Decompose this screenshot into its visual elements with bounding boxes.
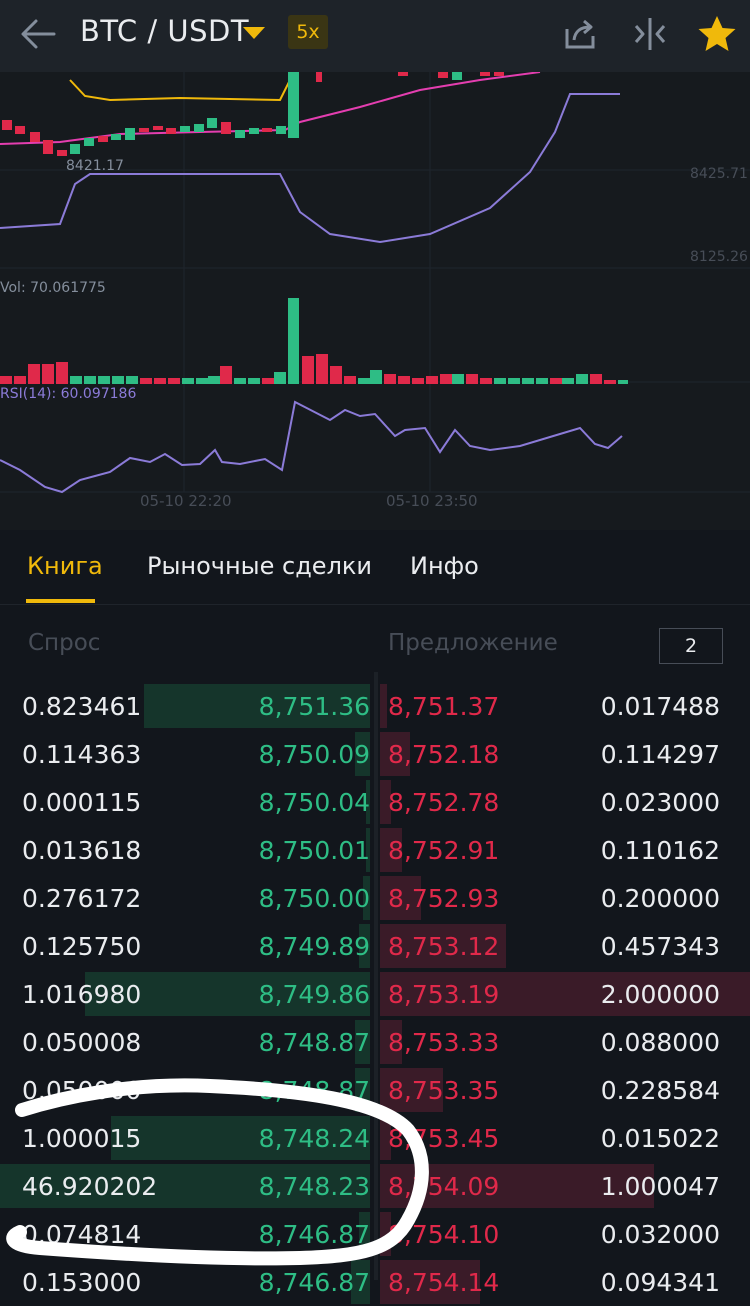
bid-price: 8,750.04 (258, 788, 370, 817)
ask-quantity: 0.110162 (600, 836, 720, 865)
ask-price: 8,754.10 (388, 1220, 500, 1249)
compare-icon[interactable] (630, 14, 670, 54)
ask-quantity: 0.023000 (600, 788, 720, 817)
order-book-row[interactable]: 0.074814 8,746.87 8,754.10 0.032000 (0, 1210, 750, 1258)
favorite-star-icon[interactable] (696, 14, 736, 54)
bid-column-label: Спрос (28, 630, 101, 656)
ask-quantity: 0.228584 (600, 1076, 720, 1105)
order-book-row[interactable]: 46.920202 8,748.23 8,754.09 1.000047 (0, 1162, 750, 1210)
order-book-rows: 0.823461 8,751.36 8,751.37 0.017488 0.114363… (0, 682, 750, 1306)
order-book-row[interactable]: 1.000015 8,748.24 8,753.45 0.015022 (0, 1114, 750, 1162)
ask-quantity: 2.000000 (600, 980, 720, 1009)
bid-quantity: 1.000015 (22, 1124, 142, 1153)
bid-price: 8,748.23 (258, 1172, 370, 1201)
time-axis-label: 05-10 23:50 (386, 492, 478, 510)
leverage-badge[interactable]: 5x (288, 15, 328, 49)
price-chart[interactable]: 8421.17 8425.71 8125.26 Vol: 70.061775 R… (0, 71, 750, 530)
chart-min-price-label: 8421.17 (66, 158, 124, 174)
ask-quantity: 0.114297 (600, 740, 720, 769)
bid-quantity: 0.013618 (22, 836, 142, 865)
chart-axis-price-label: 8425.71 (690, 166, 748, 182)
order-book-row[interactable]: 1.016980 8,749.86 8,753.19 2.000000 (0, 970, 750, 1018)
ask-price: 8,752.93 (388, 884, 500, 913)
bid-price: 8,750.00 (258, 884, 370, 913)
trading-pair-title[interactable]: BTC / USDT (80, 14, 249, 48)
bid-price: 8,750.09 (258, 740, 370, 769)
ask-price: 8,752.78 (388, 788, 500, 817)
ask-depth-bar (380, 684, 387, 728)
ask-quantity: 0.017488 (600, 692, 720, 721)
tab-market-trades[interactable]: Рыночные сделки (147, 552, 372, 580)
bid-quantity: 0.276172 (22, 884, 142, 913)
order-book-row[interactable]: 0.000115 8,750.04 8,752.78 0.023000 (0, 778, 750, 826)
ask-quantity: 0.032000 (600, 1220, 720, 1249)
depth-precision-select[interactable]: 2 (659, 628, 723, 664)
active-tab-indicator (26, 599, 95, 603)
volume-bars (0, 298, 628, 384)
tab-order-book[interactable]: Книга (27, 552, 103, 580)
ask-price: 8,753.35 (388, 1076, 500, 1105)
chevron-down-icon[interactable] (243, 26, 265, 45)
bid-quantity: 0.050008 (22, 1028, 142, 1057)
tab-info[interactable]: Инфо (410, 552, 479, 580)
order-book-row[interactable]: 0.114363 8,750.09 8,752.18 0.114297 (0, 730, 750, 778)
rsi-label: RSI(14): 60.097186 (0, 386, 136, 402)
bid-quantity: 0.074814 (22, 1220, 142, 1249)
order-book-row[interactable]: 0.276172 8,750.00 8,752.93 0.200000 (0, 874, 750, 922)
bid-quantity: 1.016980 (22, 980, 142, 1009)
bid-price: 8,746.87 (258, 1220, 370, 1249)
ask-price: 8,754.09 (388, 1172, 500, 1201)
bid-price: 8,751.36 (258, 692, 370, 721)
bid-quantity: 0.114363 (22, 740, 142, 769)
ask-price: 8,754.14 (388, 1268, 500, 1297)
bid-price: 8,749.89 (258, 932, 370, 961)
bid-quantity: 0.000115 (22, 788, 142, 817)
bid-price: 8,748.87 (258, 1028, 370, 1057)
bid-quantity: 46.920202 (22, 1172, 158, 1201)
bid-price: 8,749.86 (258, 980, 370, 1009)
back-arrow-icon[interactable] (18, 14, 58, 54)
order-book-row[interactable]: 0.153000 8,746.87 8,754.14 0.094341 (0, 1258, 750, 1306)
volume-label: Vol: 70.061775 (0, 280, 106, 296)
ask-quantity: 0.015022 (600, 1124, 720, 1153)
ask-price: 8,751.37 (388, 692, 500, 721)
bid-price: 8,748.87 (258, 1076, 370, 1105)
order-book-row[interactable]: 0.823461 8,751.36 8,751.37 0.017488 (0, 682, 750, 730)
bid-price: 8,750.01 (258, 836, 370, 865)
ask-column-label: Предложение (388, 630, 558, 656)
order-book-header: Спрос Предложение 2 (0, 604, 750, 672)
top-bar: BTC / USDT 5x (0, 0, 750, 72)
bid-price: 8,746.87 (258, 1268, 370, 1297)
tab-bar: Книга Рыночные сделки Инфо (0, 530, 750, 605)
ask-price: 8,752.18 (388, 740, 500, 769)
ask-price: 8,753.12 (388, 932, 500, 961)
order-book-row[interactable]: 0.050008 8,748.87 8,753.33 0.088000 (0, 1018, 750, 1066)
bid-quantity: 0.050000 (22, 1076, 142, 1105)
bid-quantity: 0.125750 (22, 932, 142, 961)
bid-price: 8,748.24 (258, 1124, 370, 1153)
time-axis-label: 05-10 22:20 (140, 492, 232, 510)
bid-quantity: 0.823461 (22, 692, 142, 721)
ask-price: 8,753.33 (388, 1028, 500, 1057)
ask-price: 8,753.19 (388, 980, 500, 1009)
ask-quantity: 0.088000 (600, 1028, 720, 1057)
order-book-row[interactable]: 0.050000 8,748.87 8,753.35 0.228584 (0, 1066, 750, 1114)
ask-price: 8,753.45 (388, 1124, 500, 1153)
ask-quantity: 0.457343 (600, 932, 720, 961)
ask-quantity: 0.094341 (600, 1268, 720, 1297)
ask-quantity: 0.200000 (600, 884, 720, 913)
ask-quantity: 1.000047 (600, 1172, 720, 1201)
ask-price: 8,752.91 (388, 836, 500, 865)
order-book-row[interactable]: 0.013618 8,750.01 8,752.91 0.110162 (0, 826, 750, 874)
order-book-row[interactable]: 0.125750 8,749.89 8,753.12 0.457343 (0, 922, 750, 970)
bid-quantity: 0.153000 (22, 1268, 142, 1297)
candles (2, 72, 504, 156)
chart-axis-price-label: 8125.26 (690, 249, 748, 265)
share-icon[interactable] (560, 14, 600, 54)
